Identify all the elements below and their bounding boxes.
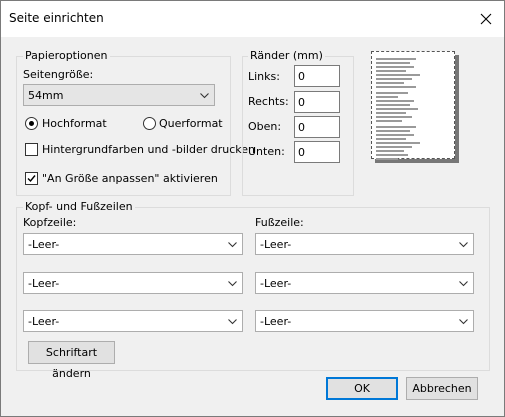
- preview-text-line: [376, 134, 414, 136]
- close-button[interactable]: [468, 1, 504, 37]
- margin-top-label: Oben:: [248, 120, 282, 133]
- preview-text-line: [376, 96, 398, 98]
- title-bar: Seite einrichten: [1, 1, 504, 37]
- preview-text-line: [376, 92, 408, 94]
- checkmark-icon: [27, 175, 36, 183]
- margin-bottom-input[interactable]: 0: [294, 141, 340, 163]
- change-font-button[interactable]: Schriftart ändern: [28, 341, 115, 380]
- close-icon: [480, 13, 492, 25]
- radio-selected-dot: [29, 121, 34, 126]
- header-footer-legend: Kopf- und Fußzeilen: [23, 200, 135, 213]
- paper-options-legend: Papieroptionen: [23, 49, 110, 62]
- margin-right-value: 0: [298, 96, 305, 109]
- chevron-down-icon: [200, 93, 209, 99]
- chevron-down-icon: [228, 242, 237, 248]
- header-select-3-value: -Leer-: [28, 315, 60, 328]
- header-select-2[interactable]: -Leer-: [23, 272, 243, 294]
- margin-left-input[interactable]: 0: [294, 65, 340, 87]
- shrink-to-fit-checkbox[interactable]: [25, 172, 38, 185]
- preview-text-line: [376, 158, 398, 160]
- cancel-button[interactable]: Abbrechen: [406, 377, 478, 400]
- margins-legend: Ränder (mm): [248, 49, 325, 62]
- preview-text-line: [376, 146, 412, 148]
- preview-text-line: [376, 100, 414, 102]
- portrait-radio[interactable]: [25, 117, 38, 130]
- preview-text-line: [376, 82, 404, 84]
- footer-select-3[interactable]: -Leer-: [255, 310, 474, 332]
- preview-text-line: [376, 78, 412, 80]
- preview-text-line: [376, 58, 416, 60]
- landscape-radio[interactable]: [143, 117, 156, 130]
- margin-bottom-value: 0: [298, 146, 305, 159]
- page-size-value: 54mm: [28, 89, 64, 102]
- footer-select-1[interactable]: -Leer-: [255, 233, 474, 255]
- preview-text-line: [376, 112, 406, 114]
- header-select-1-value: -Leer-: [28, 238, 60, 251]
- page-size-label: Seitengröße:: [23, 68, 94, 81]
- preview-text-line: [376, 70, 406, 72]
- footer-label: Fußzeile:: [255, 216, 304, 229]
- print-background-label[interactable]: Hintergrundfarben und -bilder drucken: [42, 143, 255, 156]
- preview-text-line: [376, 108, 418, 110]
- chevron-down-icon: [228, 281, 237, 287]
- preview-text-line: [376, 66, 414, 68]
- header-label: Kopfzeile:: [23, 216, 77, 229]
- chevron-down-icon: [459, 242, 468, 248]
- preview-text-line: [376, 104, 410, 106]
- footer-select-2-value: -Leer-: [260, 277, 292, 290]
- footer-select-3-value: -Leer-: [260, 315, 292, 328]
- margin-right-input[interactable]: 0: [294, 91, 340, 113]
- preview-text-line: [376, 154, 408, 156]
- dialog-title: Seite einrichten: [9, 11, 104, 25]
- preview-text-line: [376, 120, 402, 122]
- ok-button[interactable]: OK: [326, 377, 398, 400]
- preview-text-line: [376, 130, 410, 132]
- header-select-1[interactable]: -Leer-: [23, 233, 243, 255]
- page-setup-dialog: Seite einrichten Papieroptionen Seitengr…: [0, 0, 505, 417]
- preview-text-line: [376, 150, 404, 152]
- preview-text-line: [376, 116, 412, 118]
- print-background-checkbox[interactable]: [25, 143, 38, 156]
- chevron-down-icon: [459, 319, 468, 325]
- shrink-to-fit-label[interactable]: "An Größe anpassen" aktivieren: [42, 172, 218, 185]
- page-preview: [371, 51, 459, 163]
- chevron-down-icon: [228, 319, 237, 325]
- margin-bottom-label: Unten:: [248, 145, 285, 158]
- preview-text-line: [376, 142, 420, 144]
- header-select-3[interactable]: -Leer-: [23, 310, 243, 332]
- preview-text-line: [376, 126, 416, 128]
- margin-right-label: Rechts:: [248, 95, 289, 108]
- margin-left-label: Links:: [248, 70, 280, 83]
- margin-top-value: 0: [298, 121, 305, 134]
- landscape-label[interactable]: Querformat: [159, 117, 223, 130]
- margin-top-input[interactable]: 0: [294, 116, 340, 138]
- preview-text-line: [376, 62, 410, 64]
- dialog-content: Papieroptionen Seitengröße: 54mm Hochfor…: [1, 37, 504, 416]
- chevron-down-icon: [459, 281, 468, 287]
- footer-select-2[interactable]: -Leer-: [255, 272, 474, 294]
- preview-text-line: [376, 74, 420, 76]
- preview-text-line: [376, 138, 406, 140]
- page-size-select[interactable]: 54mm: [23, 84, 215, 106]
- header-select-2-value: -Leer-: [28, 277, 60, 290]
- preview-paper: [371, 51, 455, 160]
- portrait-label[interactable]: Hochformat: [42, 117, 107, 130]
- margin-left-value: 0: [298, 70, 305, 83]
- preview-text-line: [376, 86, 416, 88]
- footer-select-1-value: -Leer-: [260, 238, 292, 251]
